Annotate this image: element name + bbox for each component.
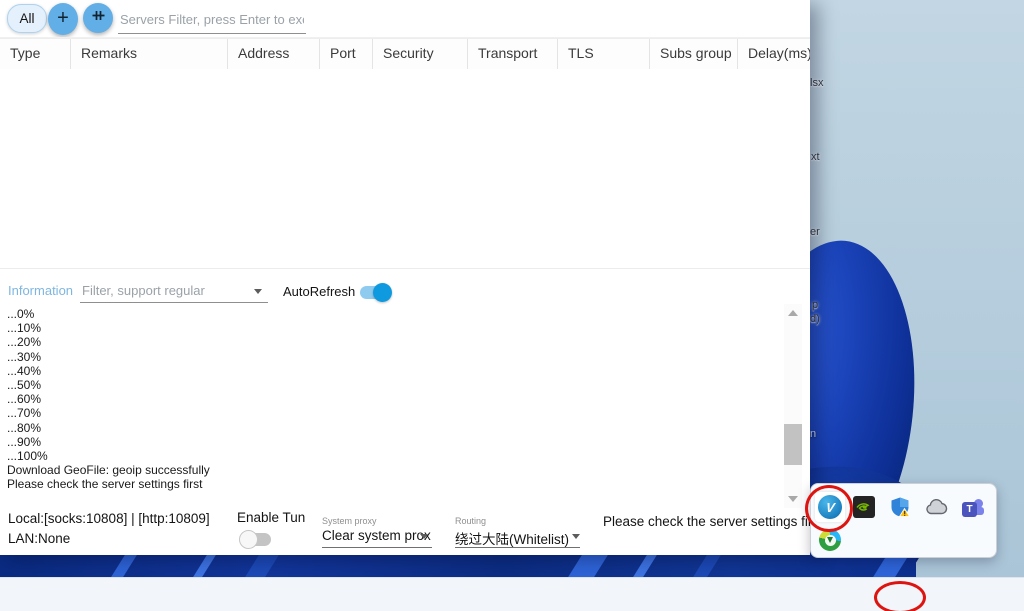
combobox-underline [322, 547, 432, 548]
log-line: ...50% [7, 378, 777, 392]
log-line: ...40% [7, 364, 777, 378]
nvidia-settings-tray-icon[interactable] [852, 495, 876, 519]
annotation-circle-tray-v2rayn [805, 485, 853, 532]
lan-text: LAN:None [8, 531, 70, 546]
wallpaper-shard [241, 555, 282, 577]
log-scrollbar[interactable] [784, 304, 802, 508]
routing-label: Routing [455, 516, 486, 526]
wallpaper-shard [107, 555, 140, 577]
annotation-circle-taskbar-chevron [874, 581, 926, 611]
log-filter-combobox[interactable]: Filter, support regular [80, 281, 268, 303]
screen: lsx xt er p d) n All + Type Remarks Addr… [0, 0, 1024, 611]
wallpaper-shard [564, 555, 611, 577]
desktop-icon-label-fragment: n [810, 428, 816, 440]
wallpaper-shard [629, 555, 660, 577]
nvidia-eye-icon [853, 496, 875, 518]
log-line: ...30% [7, 350, 777, 364]
tab-information[interactable]: Information [8, 283, 73, 298]
chevron-down-icon [420, 534, 428, 539]
desktop-icon-label-fragment: xt [811, 151, 820, 163]
scroll-down-icon[interactable] [788, 496, 798, 502]
log-line: Download GeoFile: geoip successfully [7, 463, 777, 477]
teams-letter: T [966, 504, 972, 515]
server-table-header: Type Remarks Address Port Security Trans… [0, 38, 810, 70]
column-header-address[interactable]: Address [228, 39, 320, 69]
log-line: Please check the server settings first [7, 477, 777, 491]
wallpaper-bottom-strip [0, 555, 916, 577]
local-endpoints-text: Local:[socks:10808] | [http:10809] [8, 511, 210, 526]
servers-filter-input[interactable] [118, 6, 306, 34]
log-line: ...20% [7, 335, 777, 349]
column-header-remarks[interactable]: Remarks [71, 39, 228, 69]
column-header-security[interactable]: Security [373, 39, 468, 69]
enable-tun-toggle[interactable] [241, 533, 271, 546]
server-table-body-empty[interactable] [0, 69, 810, 268]
autorefresh-toggle[interactable] [360, 286, 390, 299]
desktop-icon-label-fragment: lsx [810, 77, 823, 89]
scroll-up-icon[interactable] [788, 310, 798, 316]
add-server-button[interactable]: + [48, 3, 78, 35]
desktop-icon-label-fragment: p [812, 299, 818, 311]
desktop-icon-label-fragment: d) [810, 313, 820, 325]
combobox-underline [455, 547, 580, 548]
scrollbar-thumb[interactable] [784, 424, 802, 465]
log-output: ...0% ...10% ...20% ...30% ...40% ...50%… [7, 307, 777, 499]
log-line: ...70% [7, 406, 777, 420]
windows-security-tray-icon[interactable] [888, 495, 912, 519]
chevron-down-icon [572, 534, 580, 539]
log-line: ...90% [7, 435, 777, 449]
log-line: ...10% [7, 321, 777, 335]
toggle-knob [239, 530, 258, 549]
routing-combobox[interactable]: 绕过大陆(Whitelist) [455, 528, 569, 548]
log-line: ...60% [7, 392, 777, 406]
column-header-subs-group[interactable]: Subs group [650, 39, 738, 69]
subscription-group-button[interactable]: All [7, 4, 47, 33]
server-actions-button[interactable] [83, 3, 113, 33]
log-line: ...80% [7, 421, 777, 435]
sliders-icon [91, 8, 106, 28]
column-header-tls[interactable]: TLS [558, 39, 650, 69]
log-filter-placeholder: Filter, support regular [82, 283, 205, 298]
microsoft-teams-tray-icon[interactable]: T [960, 495, 984, 519]
idm-logo-icon [819, 529, 841, 551]
desktop-icon-label-fragment: er [810, 226, 820, 238]
wallpaper-shard [869, 555, 912, 577]
v2rayn-window: All + Type Remarks Address Port Security… [0, 0, 810, 555]
shield-warning-icon [889, 496, 912, 519]
column-header-transport[interactable]: Transport [468, 39, 558, 69]
log-line: ...100% [7, 449, 777, 463]
enable-tun-label: Enable Tun [237, 510, 305, 525]
taskbar: V فا [0, 577, 1024, 611]
wallpaper-shard [189, 555, 219, 577]
toggle-knob [373, 283, 392, 302]
system-proxy-label: System proxy [322, 516, 377, 526]
chevron-down-icon [254, 289, 262, 294]
column-header-port[interactable]: Port [320, 39, 373, 69]
pane-splitter[interactable] [0, 268, 810, 269]
status-message: Please check the server settings fir [603, 514, 812, 529]
log-line: ...0% [7, 307, 777, 321]
column-header-delay[interactable]: Delay(ms) [738, 39, 810, 69]
column-header-type[interactable]: Type [0, 39, 71, 69]
wallpaper-shard [689, 555, 724, 577]
autorefresh-label: AutoRefresh [283, 284, 355, 299]
cloud-paused-tray-icon[interactable] [924, 495, 948, 519]
cloud-icon [925, 498, 948, 516]
system-proxy-combobox[interactable]: Clear system prox [322, 528, 431, 543]
